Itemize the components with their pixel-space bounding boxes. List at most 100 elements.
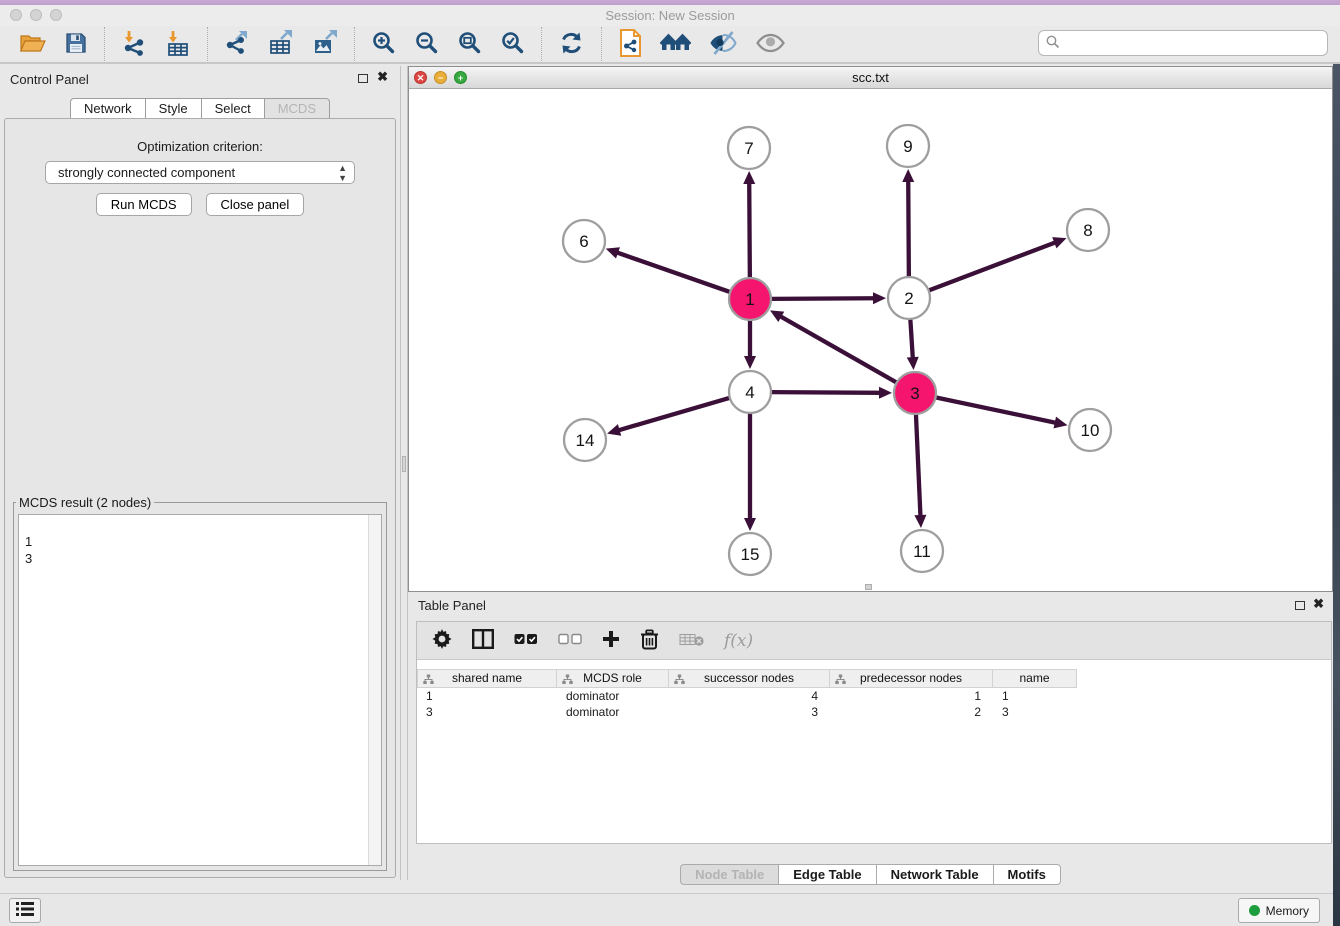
column-header-MCDS-role[interactable]: MCDS role (557, 669, 669, 688)
minimize-window-button[interactable] (30, 9, 42, 21)
table-header-row[interactable]: shared nameMCDS rolesuccessor nodesprede… (417, 669, 1331, 688)
graph-edge-arrow[interactable] (879, 387, 892, 399)
run-mcds-button[interactable]: Run MCDS (96, 193, 192, 216)
graph-edge-2-8[interactable] (929, 242, 1057, 290)
graph-edge-arrow[interactable] (873, 292, 886, 304)
save-session-button[interactable] (55, 27, 97, 61)
column-header-predecessor-nodes[interactable]: predecessor nodes (830, 669, 993, 688)
close-panel-button[interactable]: Close panel (206, 193, 305, 216)
tab-mcds[interactable]: MCDS (264, 98, 330, 119)
graph-edge-2-3[interactable] (910, 319, 913, 359)
close-table-panel-icon[interactable]: ✖ (1313, 596, 1324, 612)
tab-motifs[interactable]: Motifs (993, 864, 1061, 885)
graph-edge-2-9[interactable] (908, 180, 909, 277)
graph-edge-arrow[interactable] (1054, 417, 1068, 429)
close-network-button[interactable]: ✕ (414, 71, 427, 84)
graph-edge-3-11[interactable] (916, 414, 921, 517)
save-session-icon (64, 31, 88, 58)
panel-splitter[interactable] (400, 66, 408, 880)
table-cell[interactable]: 3 (669, 704, 830, 720)
network-file-button[interactable] (609, 27, 651, 61)
graph-edge-arrow[interactable] (914, 515, 926, 528)
graph-edge-3-10[interactable] (936, 397, 1057, 423)
delete-row-button[interactable] (635, 625, 664, 657)
export-network-button[interactable] (215, 27, 259, 61)
graph-edge-arrow[interactable] (1052, 237, 1066, 248)
birds-eye-button[interactable] (746, 27, 795, 61)
graph-edge-1-7[interactable] (749, 182, 750, 278)
tab-network[interactable]: Network (70, 98, 145, 119)
tab-style[interactable]: Style (145, 98, 201, 119)
graph-edge-4-14[interactable] (618, 398, 730, 431)
mcds-result-text[interactable]: 1 3 (18, 514, 382, 866)
graph-edge-3-1[interactable] (780, 316, 897, 383)
table-cell[interactable]: 1 (993, 688, 1077, 704)
graph-node-label-3: 3 (910, 384, 919, 403)
zoom-in-button[interactable] (362, 27, 405, 61)
optimization-criterion-select[interactable]: strongly connected component ▲▼ (45, 161, 355, 184)
tab-network-table[interactable]: Network Table (876, 864, 993, 885)
network-window-titlebar[interactable]: ✕ − + scc.txt (409, 67, 1332, 89)
minimize-network-button[interactable]: − (434, 71, 447, 84)
network-splitter-grip[interactable] (865, 584, 872, 590)
graph-edge-arrow[interactable] (907, 357, 919, 370)
search-box[interactable] (1038, 30, 1328, 56)
graph-edge-arrow[interactable] (744, 518, 756, 531)
column-header-name[interactable]: name (993, 669, 1077, 688)
tab-edge-table[interactable]: Edge Table (778, 864, 875, 885)
table-row[interactable]: 3dominator323 (417, 704, 1331, 720)
graph-edge-arrow[interactable] (743, 171, 755, 184)
node-table[interactable]: shared nameMCDS rolesuccessor nodesprede… (417, 669, 1331, 843)
table-row[interactable]: 1dominator411 (417, 688, 1331, 704)
splitter-grip[interactable] (402, 456, 406, 472)
add-row-button[interactable] (597, 625, 625, 657)
home-button[interactable] (651, 27, 700, 61)
graph-edge-1-2[interactable] (771, 298, 875, 299)
tab-select[interactable]: Select (201, 98, 264, 119)
graph-edge-arrow[interactable] (902, 169, 914, 182)
refresh-button[interactable] (549, 27, 594, 61)
table-cell[interactable]: dominator (557, 704, 669, 720)
table-cell[interactable]: 1 (830, 688, 993, 704)
table-cell[interactable]: dominator (557, 688, 669, 704)
graph-edge-arrow[interactable] (607, 424, 621, 436)
tab-node-table[interactable]: Node Table (680, 864, 778, 885)
titlebar: Session: New Session (0, 5, 1340, 26)
graph-edge-arrow[interactable] (744, 356, 756, 369)
table-cell[interactable]: 2 (830, 704, 993, 720)
float-panel-icon[interactable] (358, 74, 368, 83)
search-input[interactable] (1061, 33, 1327, 53)
close-window-button[interactable] (10, 9, 22, 21)
table-cell[interactable]: 3 (417, 704, 557, 720)
graph-edge-4-3[interactable] (771, 392, 881, 393)
import-network-button[interactable] (112, 27, 156, 61)
zoom-fit-button[interactable] (448, 27, 491, 61)
select-all-button[interactable] (509, 625, 543, 657)
graph-edge-arrow[interactable] (606, 247, 620, 258)
zoom-out-button[interactable] (405, 27, 448, 61)
hide-graphics-button[interactable] (700, 27, 746, 61)
table-cell[interactable]: 4 (669, 688, 830, 704)
table-cell[interactable]: 1 (417, 688, 557, 704)
zoom-window-button[interactable] (50, 9, 62, 21)
network-graph[interactable]: 7968124314101511 (409, 90, 1332, 591)
import-table-button[interactable] (156, 27, 200, 61)
close-panel-icon[interactable]: ✖ (377, 69, 388, 85)
window-traffic-lights[interactable] (10, 9, 70, 24)
task-history-button[interactable] (9, 898, 41, 923)
table-cell[interactable]: 3 (993, 704, 1077, 720)
open-session-button[interactable] (10, 27, 55, 61)
float-table-panel-icon[interactable] (1295, 601, 1305, 610)
export-image-button[interactable] (303, 27, 347, 61)
zoom-selected-button[interactable] (491, 27, 534, 61)
column-header-shared-name[interactable]: shared name (417, 669, 557, 688)
graph-edge-1-6[interactable] (616, 252, 730, 292)
settings-button[interactable] (427, 625, 457, 657)
export-table-button[interactable] (259, 27, 303, 61)
result-scrollbar[interactable] (368, 515, 381, 865)
deselect-all-button[interactable] (553, 625, 587, 657)
split-view-button[interactable] (467, 625, 499, 657)
column-header-successor-nodes[interactable]: successor nodes (669, 669, 830, 688)
maximize-network-button[interactable]: + (454, 71, 467, 84)
memory-button[interactable]: Memory (1238, 898, 1320, 923)
